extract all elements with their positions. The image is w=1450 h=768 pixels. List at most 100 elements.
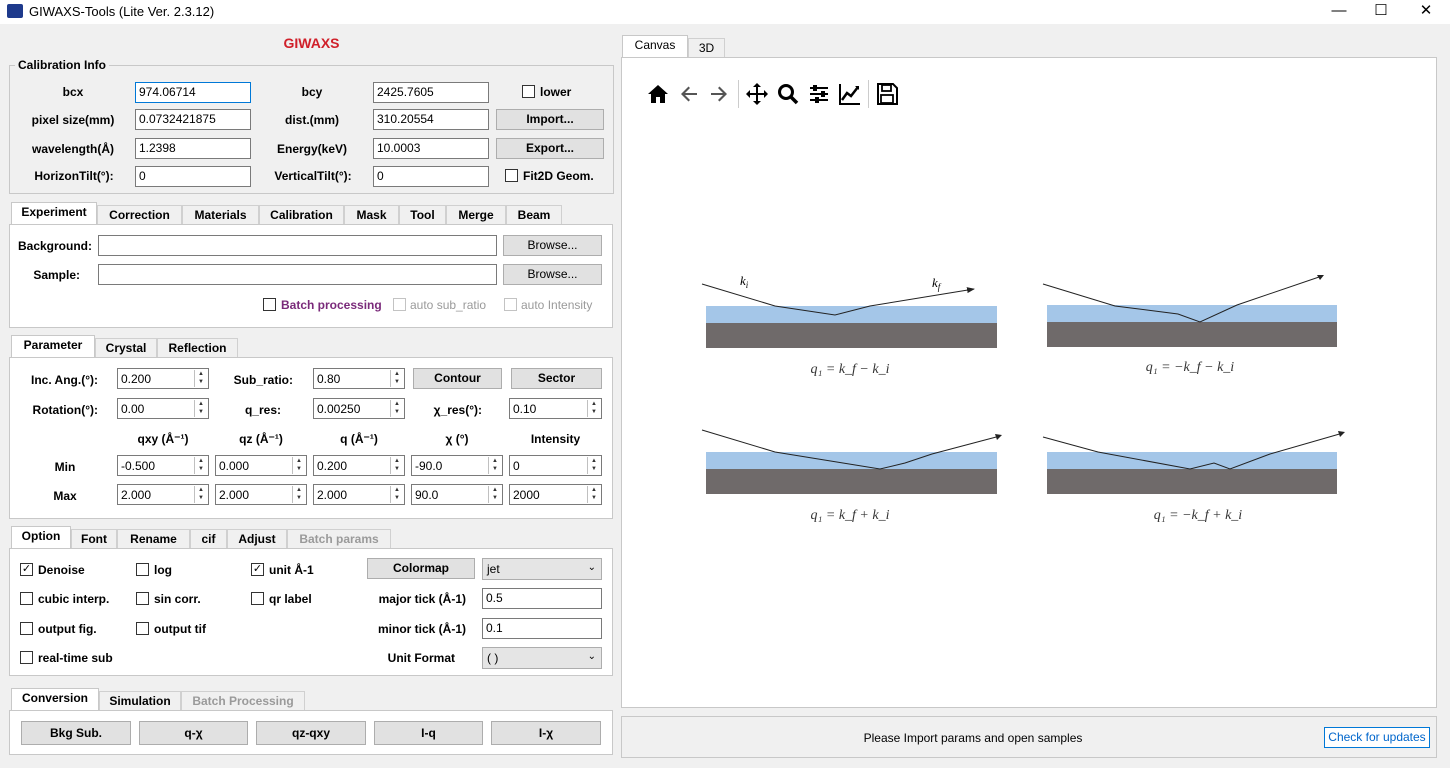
minor-tick-label: minor tick (Å-1) [377,622,466,636]
vertical-tilt-input[interactable]: 0 [373,166,489,187]
horizon-tilt-input[interactable]: 0 [135,166,251,187]
lower-checkbox[interactable] [522,85,535,98]
qz-qxy-button[interactable]: qz-qxy [256,721,366,745]
colormap-select[interactable]: jet ⌄ [482,558,602,580]
i-q-button[interactable]: I-q [374,721,483,745]
min-qxy-spinbox[interactable]: -0.500 ▲ ▼ [117,455,209,476]
tab-beam[interactable]: Beam [506,205,562,225]
max-qxy-spinbox[interactable]: 2.000 ▲ ▼ [117,484,209,505]
min-intensity-spinbox[interactable]: 0 ▲ ▼ [509,455,602,476]
unit-checkbox[interactable]: ✓ [251,563,264,576]
bcx-input[interactable]: 974.06714 [135,82,251,103]
tab-3d[interactable]: 3D [688,38,725,58]
bcy-input[interactable]: 2425.7605 [373,82,489,103]
close-button[interactable]: ✕ [1403,0,1449,24]
major-tick-input[interactable]: 0.5 [482,588,602,609]
tab-crystal[interactable]: Crystal [95,338,157,358]
wavelength-label: wavelength(Å) [31,142,114,156]
title-bar: GIWAXS-Tools (Lite Ver. 2.3.12) — ☐ ✕ [0,0,1450,24]
pixel-size-input[interactable]: 0.0732421875 [135,109,251,130]
inc-angle-spinbox[interactable]: 0.200 ▲ ▼ [117,368,209,389]
auto-intensity-checkbox[interactable] [504,298,517,311]
tab-parameter[interactable]: Parameter [11,335,95,358]
tab-font[interactable]: Font [71,529,117,549]
tab-correction[interactable]: Correction [97,205,182,225]
tab-adjust[interactable]: Adjust [227,529,287,549]
save-icon[interactable] [875,82,899,106]
max-q-spinbox[interactable]: 2.000 ▲ ▼ [313,484,405,505]
minor-tick-input[interactable]: 0.1 [482,618,602,639]
min-q-spinbox[interactable]: 0.200 ▲ ▼ [313,455,405,476]
sin-corr-checkbox[interactable] [136,592,149,605]
tab-merge[interactable]: Merge [446,205,506,225]
configure-icon[interactable] [807,82,831,106]
realtime-sub-checkbox[interactable] [20,651,33,664]
zoom-icon[interactable] [776,82,800,106]
min-qz-spinbox[interactable]: 0.000 ▲ ▼ [215,455,307,476]
sample-input[interactable] [98,264,497,285]
tab-canvas[interactable]: Canvas [622,35,688,58]
energy-input[interactable]: 10.0003 [373,138,489,159]
tab-batch-processing[interactable]: Batch Processing [181,691,305,711]
edit-curve-icon[interactable] [838,82,862,106]
check-updates-button[interactable]: Check for updates [1324,727,1430,748]
wavelength-input[interactable]: 1.2398 [135,138,251,159]
colormap-button[interactable]: Colormap [367,558,475,579]
sin-corr-label: sin corr. [154,592,201,606]
output-tif-checkbox[interactable] [136,622,149,635]
tab-option[interactable]: Option [11,526,71,549]
min-chi-spinbox[interactable]: -90.0 ▲ ▼ [411,455,503,476]
tab-conversion[interactable]: Conversion [11,688,99,711]
minimize-button[interactable]: — [1316,0,1362,24]
bkg-sub-button[interactable]: Bkg Sub. [21,721,131,745]
output-tif-label: output tif [154,622,206,636]
batch-processing-checkbox[interactable] [263,298,276,311]
chi-res-spinbox[interactable]: 0.10 ▲ ▼ [509,398,602,419]
auto-sub-ratio-checkbox[interactable] [393,298,406,311]
back-icon[interactable] [677,82,701,106]
q-res-spinbox[interactable]: 0.00250 ▲ ▼ [313,398,405,419]
background-browse-button[interactable]: Browse... [503,235,602,256]
canvas-area[interactable] [621,57,1437,708]
status-message: Please Import params and open samples [863,731,1083,745]
tab-calibration[interactable]: Calibration [259,205,344,225]
log-checkbox[interactable] [136,563,149,576]
dist-input[interactable]: 310.20554 [373,109,489,130]
unit-format-select[interactable]: ( ) ⌄ [482,647,602,669]
max-qz-spinbox[interactable]: 2.000 ▲ ▼ [215,484,307,505]
home-icon[interactable] [646,82,670,106]
i-chi-button[interactable]: I-χ [491,721,601,745]
tab-materials[interactable]: Materials [182,205,259,225]
background-input[interactable] [98,235,497,256]
sample-browse-button[interactable]: Browse... [503,264,602,285]
tab-mask[interactable]: Mask [344,205,399,225]
tab-cif[interactable]: cif [190,529,227,549]
q-chi-button[interactable]: q-χ [139,721,248,745]
sector-button[interactable]: Sector [511,368,602,389]
tab-experiment[interactable]: Experiment [11,202,97,225]
tab-reflection[interactable]: Reflection [157,338,238,358]
tab-simulation[interactable]: Simulation [99,691,181,711]
rotation-spinbox[interactable]: 0.00 ▲ ▼ [117,398,209,419]
denoise-checkbox[interactable]: ✓ [20,563,33,576]
forward-icon[interactable] [707,82,731,106]
tab-tool[interactable]: Tool [399,205,446,225]
tab-rename[interactable]: Rename [117,529,190,549]
tab-batch-params[interactable]: Batch params [287,529,391,549]
export-button[interactable]: Export... [496,138,604,159]
equation-3: q₁ = k_f + k_i [810,508,890,523]
cubic-interp-label: cubic interp. [38,592,110,606]
cubic-interp-checkbox[interactable] [20,592,33,605]
output-fig-checkbox[interactable] [20,622,33,635]
import-button[interactable]: Import... [496,109,604,130]
fit2d-checkbox[interactable] [505,169,518,182]
background-label: Background: [17,239,92,253]
pan-icon[interactable] [745,82,769,106]
max-intensity-spinbox[interactable]: 2000 ▲ ▼ [509,484,602,505]
contour-button[interactable]: Contour [413,368,502,389]
toolbar-separator [868,80,869,108]
sub-ratio-spinbox[interactable]: 0.80 ▲ ▼ [313,368,405,389]
maximize-button[interactable]: ☐ [1358,0,1404,24]
qr-label-checkbox[interactable] [251,592,264,605]
max-chi-spinbox[interactable]: 90.0 ▲ ▼ [411,484,503,505]
